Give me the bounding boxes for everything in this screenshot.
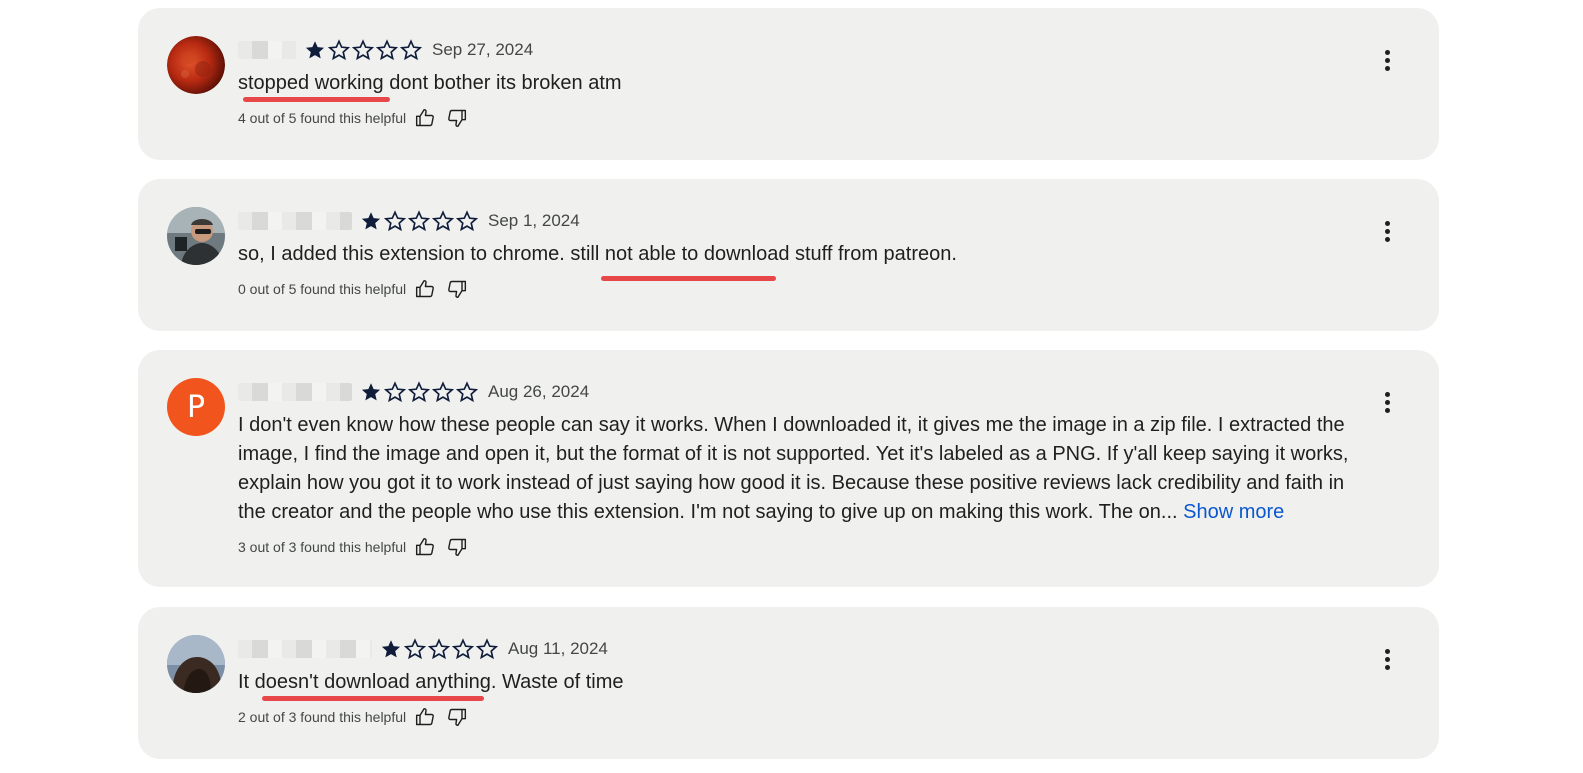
review-card: Sep 27, 2024 stopped working dont bother… — [138, 8, 1439, 160]
helpful-row: 2 out of 3 found this helpful — [238, 707, 467, 727]
review-card: P Aug 26, 2024 I don't even know how the… — [138, 350, 1439, 587]
star-filled-icon — [361, 383, 381, 401]
helpful-row: 3 out of 3 found this helpful — [238, 537, 467, 557]
avatar — [167, 635, 225, 693]
star-rating — [360, 210, 480, 232]
star-rating — [380, 638, 500, 660]
review-text: stopped working dont bother its broken a… — [238, 72, 622, 94]
review-meta: Aug 26, 2024 — [238, 379, 589, 405]
review-date: Sep 27, 2024 — [432, 40, 534, 59]
helpful-row: 0 out of 5 found this helpful — [238, 279, 467, 299]
person-avatar-image — [167, 207, 225, 265]
thumbs-up-icon[interactable] — [415, 279, 435, 299]
review-meta: Sep 1, 2024 — [238, 208, 580, 234]
more-options-icon[interactable] — [1375, 219, 1399, 243]
star-empty-icon — [476, 638, 498, 660]
review-meta: Aug 11, 2024 — [238, 636, 608, 662]
helpful-row: 4 out of 5 found this helpful — [238, 108, 467, 128]
more-options-icon[interactable] — [1375, 390, 1399, 414]
review-card: Aug 11, 2024 It doesn't download anythin… — [138, 607, 1439, 759]
star-rating — [360, 381, 480, 403]
star-filled-icon — [381, 640, 401, 658]
avatar: P — [167, 378, 225, 436]
more-options-icon[interactable] — [1375, 48, 1399, 72]
star-empty-icon — [376, 39, 398, 61]
reviewer-name-redacted — [238, 212, 352, 230]
review-text: so, I added this extension to chrome. st… — [238, 243, 957, 265]
reviewer-name-redacted — [238, 41, 296, 59]
review-text: I don't even know how these people can s… — [238, 414, 1349, 523]
thumbs-up-icon[interactable] — [415, 707, 435, 727]
thumbs-up-icon[interactable] — [415, 108, 435, 128]
thumbs-down-icon[interactable] — [447, 707, 467, 727]
thumbs-down-icon[interactable] — [447, 537, 467, 557]
review-card: Sep 1, 2024 so, I added this extension t… — [138, 179, 1439, 331]
avatar — [167, 207, 225, 265]
show-more-link[interactable]: Show more — [1183, 501, 1284, 523]
star-rating — [304, 39, 424, 61]
star-empty-icon — [352, 39, 374, 61]
star-empty-icon — [432, 381, 454, 403]
star-empty-icon — [432, 210, 454, 232]
helpful-count: 3 out of 3 found this helpful — [238, 539, 407, 555]
star-filled-icon — [305, 41, 325, 59]
reviewer-name-redacted — [238, 640, 372, 658]
star-empty-icon — [456, 381, 478, 403]
star-empty-icon — [408, 381, 430, 403]
review-date: Aug 11, 2024 — [508, 639, 608, 658]
star-empty-icon — [404, 638, 426, 660]
star-empty-icon — [452, 638, 474, 660]
star-filled-icon — [361, 212, 381, 230]
highlight-underline — [262, 696, 484, 701]
hair-avatar-image — [167, 635, 225, 693]
helpful-count: 0 out of 5 found this helpful — [238, 281, 407, 297]
star-empty-icon — [400, 39, 422, 61]
thumbs-down-icon[interactable] — [447, 279, 467, 299]
moon-avatar-image — [167, 36, 225, 94]
review-text-block: I don't even know how these people can s… — [238, 411, 1358, 527]
star-empty-icon — [384, 210, 406, 232]
thumbs-up-icon[interactable] — [415, 537, 435, 557]
avatar-letter: P — [186, 389, 206, 425]
review-date: Aug 26, 2024 — [488, 382, 590, 401]
star-empty-icon — [384, 381, 406, 403]
highlight-underline — [243, 97, 390, 102]
highlight-underline — [601, 276, 776, 281]
avatar — [167, 36, 225, 94]
star-empty-icon — [456, 210, 478, 232]
star-empty-icon — [328, 39, 350, 61]
review-date: Sep 1, 2024 — [488, 211, 580, 230]
star-empty-icon — [428, 638, 450, 660]
thumbs-down-icon[interactable] — [447, 108, 467, 128]
review-meta: Sep 27, 2024 — [238, 37, 533, 63]
more-options-icon[interactable] — [1375, 647, 1399, 671]
reviewer-name-redacted — [238, 383, 352, 401]
review-text: It doesn't download anything. Waste of t… — [238, 671, 624, 693]
helpful-count: 4 out of 5 found this helpful — [238, 110, 407, 126]
star-empty-icon — [408, 210, 430, 232]
helpful-count: 2 out of 3 found this helpful — [238, 709, 407, 725]
